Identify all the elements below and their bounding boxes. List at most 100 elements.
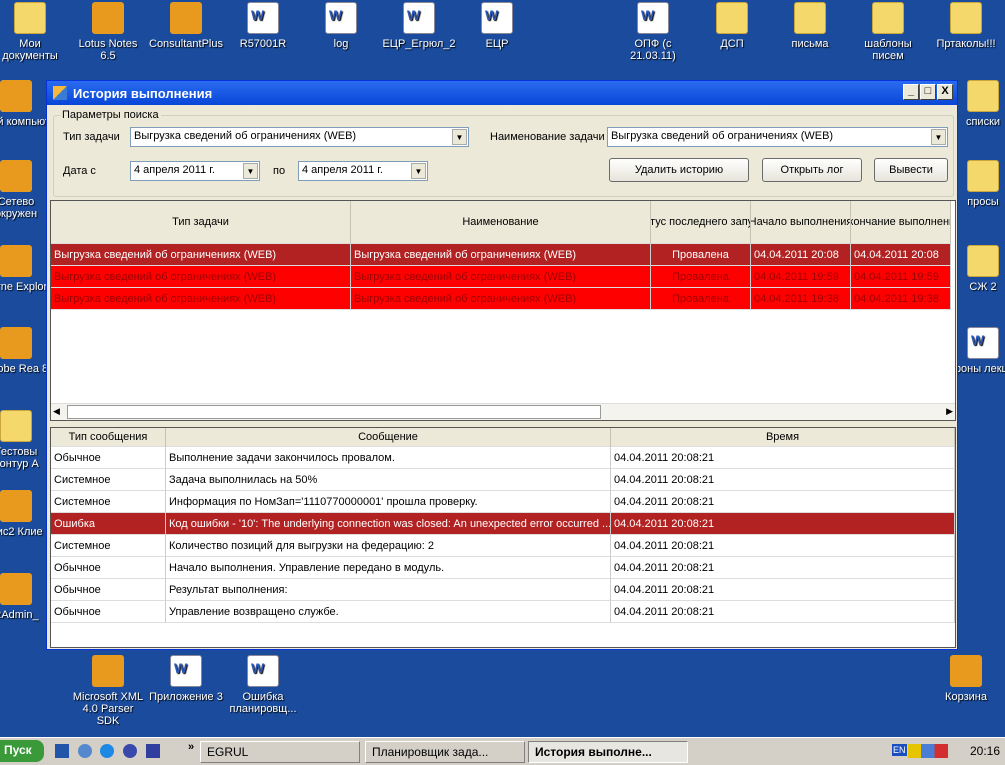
browser-icon[interactable] [123, 744, 137, 758]
column-header: Сообщение [166, 428, 611, 447]
chevron-down-icon[interactable]: ▼ [243, 163, 258, 179]
table-cell: Провалена [651, 288, 751, 310]
ie-icon[interactable] [100, 744, 114, 758]
desktop-icon[interactable]: ЕЦР_Егрюл_2 [381, 2, 457, 50]
desktop-icon[interactable]: шаблоны писем [850, 2, 926, 62]
desktop-icon-label: Ошибка планировщ... [229, 691, 297, 715]
desktop-icon[interactable]: ДСП [694, 2, 770, 50]
recycle-bin-icon[interactable]: Корзина [928, 655, 1004, 703]
table-cell: 04.04.2011 19:38 [751, 288, 851, 310]
tasks-header[interactable]: Тип задачиНаименованиеСтатус последнего … [51, 201, 951, 244]
table-cell: Системное [51, 535, 166, 557]
horizontal-scrollbar[interactable]: ◀ ▶ [51, 403, 955, 420]
desktop-icon[interactable]: Пртаколы!!! [928, 2, 1004, 50]
desktop-icon[interactable]: R57001R [225, 2, 301, 50]
table-cell: Обычное [51, 557, 166, 579]
app-icon [0, 80, 32, 112]
app-icon [92, 655, 124, 687]
desktop-icon[interactable]: ConsultantPlus [148, 2, 224, 50]
table-row[interactable]: Выгрузка сведений об ограничениях (WEB) В… [51, 244, 951, 266]
desktop-icon[interactable]: ОПФ (с 21.03.11) [615, 2, 691, 62]
scroll-left-icon[interactable]: ◀ [53, 406, 60, 417]
language-indicator[interactable]: EN [892, 744, 907, 756]
table-row[interactable]: Выгрузка сведений об ограничениях (WEB) В… [51, 266, 951, 288]
output-button[interactable]: Вывести [874, 158, 948, 182]
task-type-combo[interactable]: Выгрузка сведений об ограничениях (WEB) ▼ [130, 127, 469, 147]
close-button[interactable]: X [937, 84, 953, 100]
desktop-icon[interactable]: Microsoft XML 4.0 Parser SDK [70, 655, 146, 727]
app-icon [0, 573, 32, 605]
table-row[interactable]: Обычное Управление возвращено службе. 04.0… [51, 601, 955, 623]
table-row[interactable]: Обычное Выполнение задачи закончилось про… [51, 447, 955, 469]
app-icon [950, 655, 982, 687]
taskbar-item-history[interactable]: История выполне... [528, 741, 688, 763]
column-header: Тип задачи [51, 201, 351, 244]
maximize-button[interactable]: □ [920, 84, 936, 100]
table-cell: 04.04.2011 20:08:21 [611, 469, 955, 491]
table-row[interactable]: Системное Количество позиций для выгрузки… [51, 535, 955, 557]
quicklaunch-icon[interactable] [78, 744, 92, 758]
table-cell: Информация по НомЗап='1110770000001' про… [166, 491, 611, 513]
desktop-icon-label: Microsoft XML 4.0 Parser SDK [72, 691, 144, 727]
doc-icon [247, 655, 279, 687]
task-type-label: Тип задачи [63, 131, 120, 143]
minimize-button[interactable]: _ [903, 84, 919, 100]
table-row[interactable]: Ошибка Код ошибки - '10': The underlying … [51, 513, 955, 535]
desktop-icon[interactable]: ЕЦР [459, 2, 535, 50]
scroll-right-icon[interactable]: ▶ [946, 406, 953, 417]
desktop-icon-label: Мои документы [2, 38, 58, 62]
table-row[interactable]: Выгрузка сведений об ограничениях (WEB) В… [51, 288, 951, 310]
desktop-icon-label: Приложение 3 [149, 691, 223, 703]
table-row[interactable]: Системное Информация по НомЗап='111077000… [51, 491, 955, 513]
column-header: Время [611, 428, 955, 447]
table-row[interactable]: Обычное Начало выполнения. Управление пер… [51, 557, 955, 579]
chevron-more-icon[interactable]: » [188, 741, 194, 753]
folder-icon [967, 160, 999, 192]
app-icon [0, 245, 32, 277]
desktop-icon-label: Пртаколы!!! [936, 38, 996, 50]
desktop-icon-label: Корзина [945, 691, 987, 703]
date-from-label: Дата с [63, 165, 96, 177]
title-bar[interactable]: История выполнения _ □ X [47, 81, 957, 105]
open-log-button[interactable]: Открыть лог [762, 158, 862, 182]
desktop-icon[interactable]: log [303, 2, 379, 50]
taskbar-item-egrul[interactable]: EGRUL [200, 741, 360, 763]
table-cell: Системное [51, 469, 166, 491]
task-name-combo[interactable]: Выгрузка сведений об ограничениях (WEB) ▼ [607, 127, 948, 147]
table-cell: Выгрузка сведений об ограничениях (WEB) [351, 266, 651, 288]
desktop-icon[interactable]: Приложение 3 [148, 655, 224, 703]
folder-icon [950, 2, 982, 34]
scrollbar-thumb[interactable] [67, 405, 601, 419]
table-cell: Задача выполнилась на 50% [166, 469, 611, 491]
date-from-picker[interactable]: 4 апреля 2011 г. ▼ [130, 161, 260, 181]
chevron-down-icon[interactable]: ▼ [411, 163, 426, 179]
start-button[interactable]: Пуск [0, 740, 44, 762]
folder-icon [14, 2, 46, 34]
chevron-down-icon[interactable]: ▼ [452, 129, 467, 145]
desktop-icon[interactable]: Lotus Notes 6.5 [70, 2, 146, 62]
table-cell: Код ошибки - '10': The underlying connec… [166, 513, 611, 535]
taskbar-item-scheduler[interactable]: Планировщик зада... [365, 741, 525, 763]
table-row[interactable]: Системное Задача выполнилась на 50% 04.04.… [51, 469, 955, 491]
doc-icon [967, 327, 999, 359]
folder-icon [794, 2, 826, 34]
show-desktop-icon[interactable] [55, 744, 69, 758]
save-icon[interactable] [146, 744, 160, 758]
date-to-picker[interactable]: 4 апреля 2011 г. ▼ [298, 161, 428, 181]
desktop-icon[interactable]: Мои документы [0, 2, 68, 62]
table-cell: 04.04.2011 20:08:21 [611, 535, 955, 557]
column-header: Статус последнего запуска [651, 201, 751, 244]
table-cell: 04.04.2011 19:59 [851, 266, 951, 288]
table-cell: Результат выполнения: [166, 579, 611, 601]
delete-history-button[interactable]: Удалить историю [609, 158, 749, 182]
messages-header[interactable]: Тип сообщения Сообщение Время [51, 428, 955, 447]
chevron-down-icon[interactable]: ▼ [931, 129, 946, 145]
doc-icon [325, 2, 357, 34]
desktop-icon[interactable]: Ошибка планировщ... [225, 655, 301, 715]
desktop-icon[interactable]: письма [772, 2, 848, 50]
table-row[interactable]: Обычное Результат выполнения: 04.04.2011 2… [51, 579, 955, 601]
app-icon [0, 327, 32, 359]
task-name-value: Выгрузка сведений об ограничениях (WEB) [611, 130, 834, 142]
tray-icons[interactable] [908, 744, 948, 758]
desktop-icon-label: R57001R [239, 38, 287, 50]
